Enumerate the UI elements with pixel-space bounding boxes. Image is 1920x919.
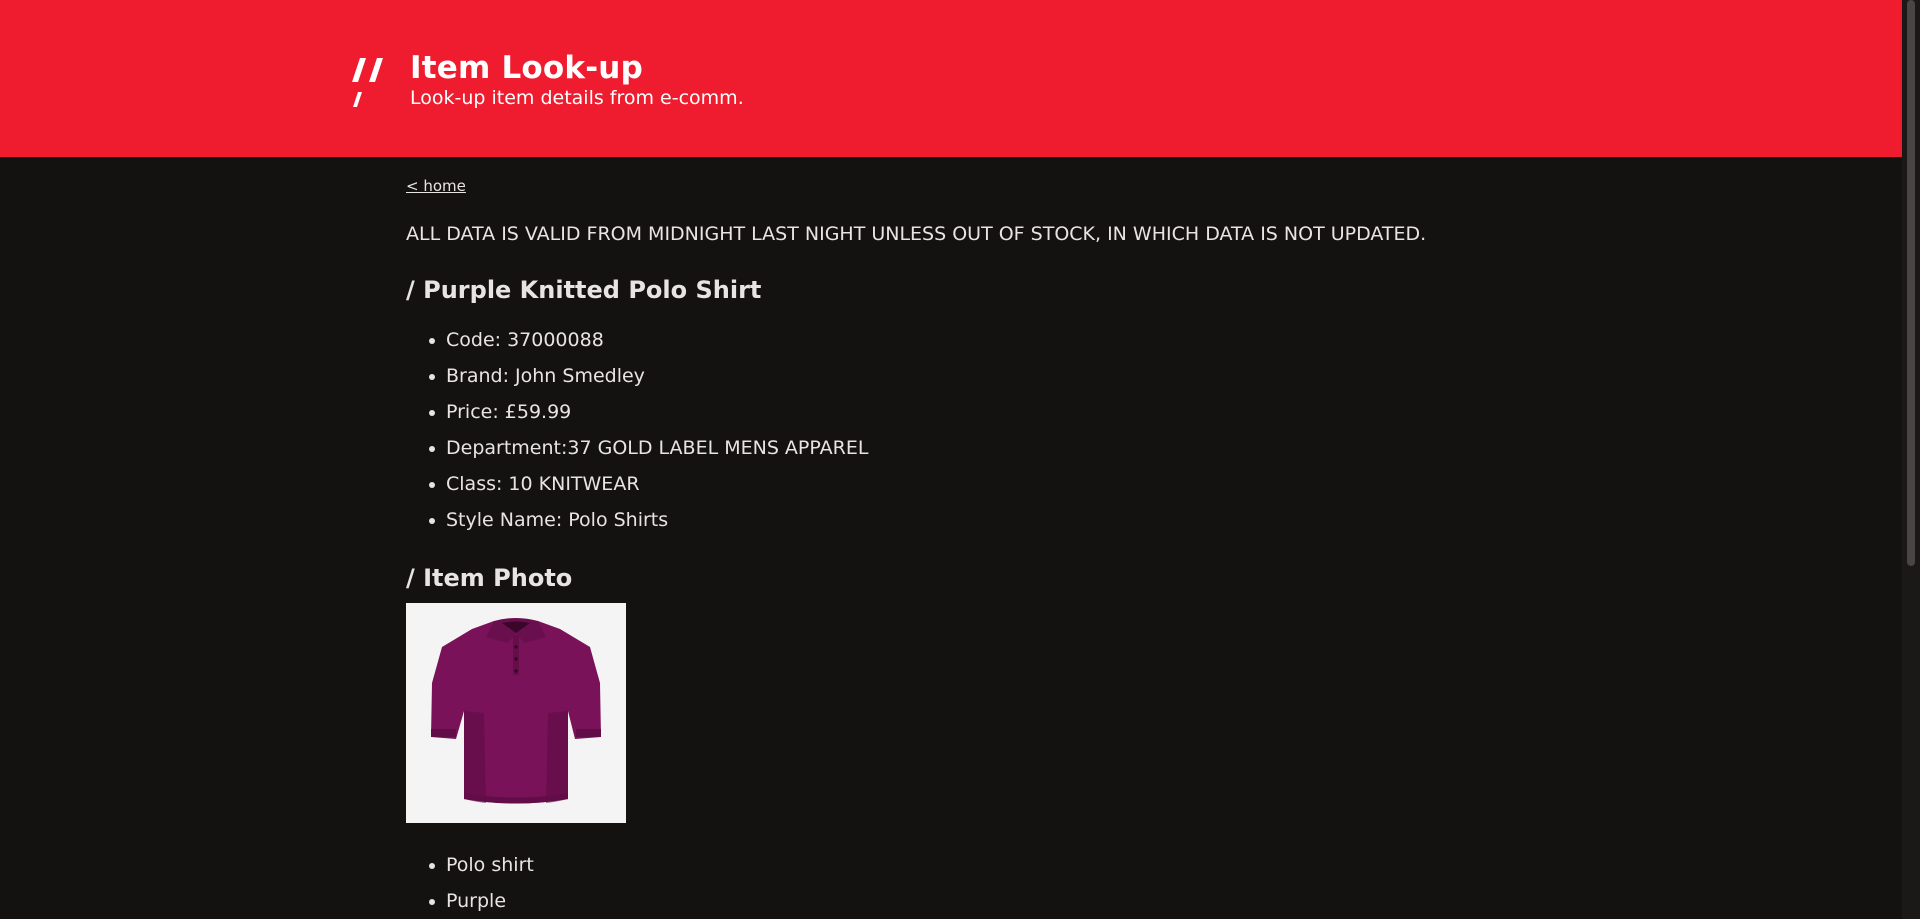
data-validity-notice: ALL DATA IS VALID FROM MIDNIGHT LAST NIG… xyxy=(406,223,1427,245)
page-title: Item Look-up xyxy=(410,50,643,86)
product-name-heading: / Purple Knitted Polo Shirt xyxy=(406,276,762,304)
home-link[interactable]: < home xyxy=(406,177,466,195)
detail-brand: Brand: John Smedley xyxy=(428,358,868,394)
logo-icon xyxy=(352,58,383,107)
page-subtitle: Look-up item details from e-comm. xyxy=(410,87,744,109)
item-photo xyxy=(406,603,626,823)
detail-style-name: Style Name: Polo Shirts xyxy=(428,502,868,538)
product-details-list: Code: 37000088 Brand: John Smedley Price… xyxy=(428,322,868,538)
page-header: Item Look-up Look-up item details from e… xyxy=(0,0,1902,157)
scrollbar-thumb[interactable] xyxy=(1907,0,1915,566)
detail-class: Class: 10 KNITWEAR xyxy=(428,466,868,502)
detail-code: Code: 37000088 xyxy=(428,322,868,358)
polo-shirt-icon xyxy=(431,618,601,804)
detail-department: Department:37 GOLD LABEL MENS APPAREL xyxy=(428,430,868,466)
photo-tag: Purple xyxy=(429,883,534,919)
photo-tags-list: Polo shirt Purple xyxy=(429,847,534,919)
photo-tag: Polo shirt xyxy=(429,847,534,883)
item-photo-heading: / Item Photo xyxy=(406,564,573,592)
detail-price: Price: £59.99 xyxy=(428,394,868,430)
